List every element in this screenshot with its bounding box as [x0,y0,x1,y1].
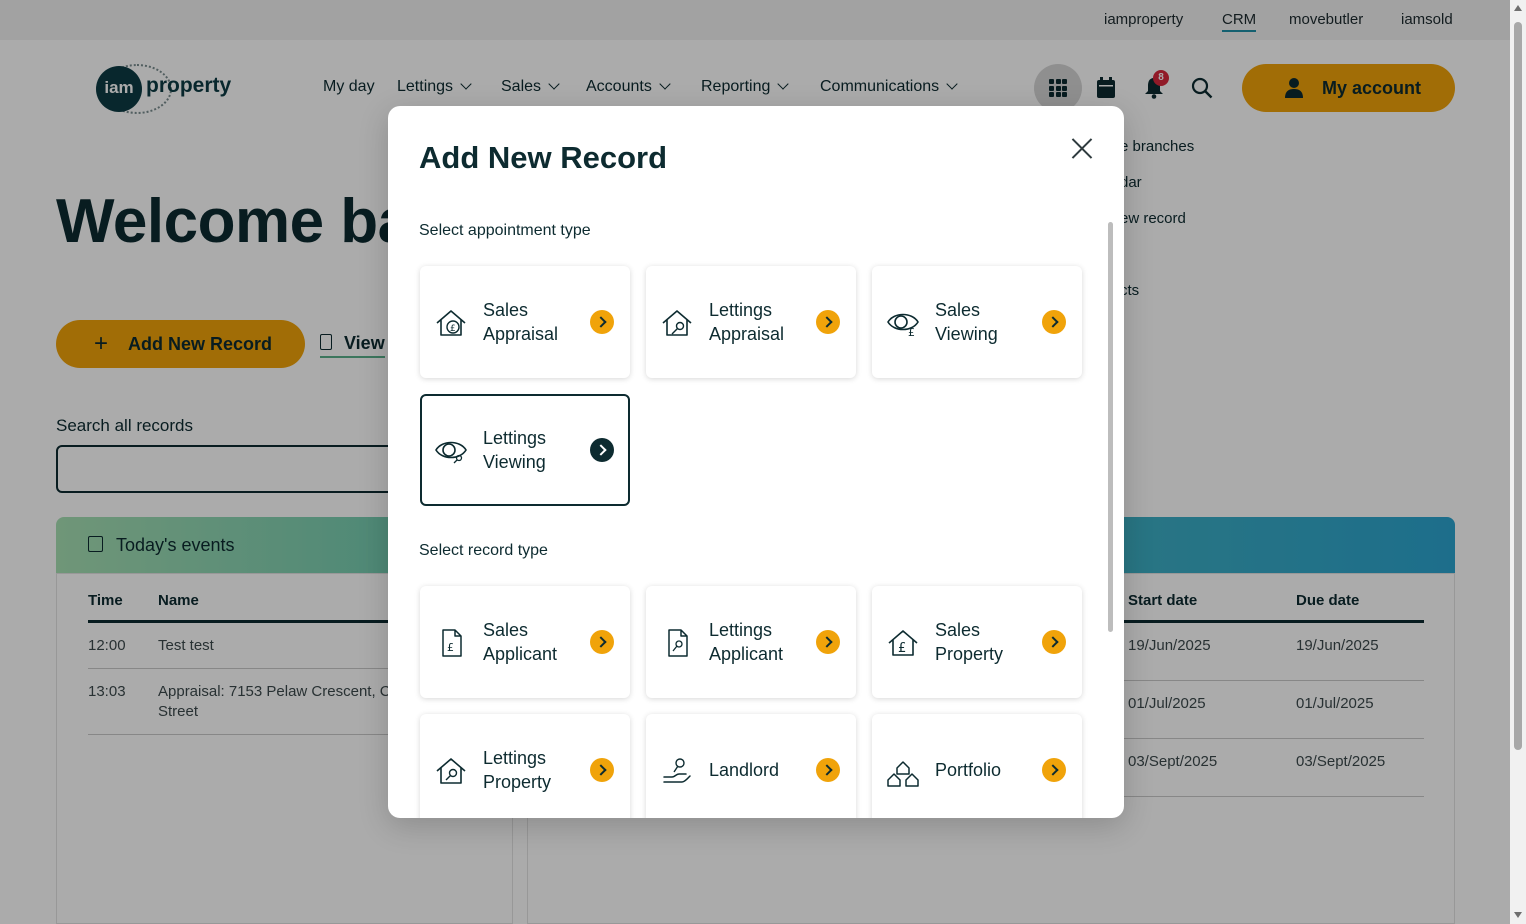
tile-label: Sales Viewing [935,300,998,344]
close-icon[interactable] [1068,134,1096,162]
arrow-right-icon [1042,630,1066,654]
tile-sales-viewing[interactable]: £ Sales Viewing [872,266,1082,378]
scroll-down-icon[interactable] [1514,912,1522,918]
arrow-right-icon [590,310,614,334]
arrow-right-icon [816,630,840,654]
arrow-right-icon [590,438,614,462]
tile-portfolio[interactable]: Portfolio [872,714,1082,818]
record-type-label: Select record type [419,542,548,559]
tile-label: Lettings Property [483,748,552,792]
house-pound-icon: £ [888,630,918,656]
eye-pound-icon: £ [887,313,919,339]
arrow-right-icon [1042,758,1066,782]
tile-lettings-viewing[interactable]: Lettings Viewing [420,394,630,506]
tile-sales-applicant[interactable]: £ Sales Applicant [420,586,630,698]
document-key-icon [668,629,688,657]
document-pound-icon: £ [442,629,462,657]
tile-label: Landlord [709,760,780,780]
tile-lettings-appraisal[interactable]: Lettings Appraisal [646,266,856,378]
house-key-icon [662,310,692,336]
tile-lettings-applicant[interactable]: Lettings Applicant [646,586,856,698]
tile-label: Sales Applicant [483,620,558,664]
hand-key-icon [663,758,691,783]
tile-label: Lettings Appraisal [709,300,785,344]
house-key-icon [436,758,466,784]
arrow-right-icon [590,758,614,782]
tile-landlord[interactable]: Landlord [646,714,856,818]
arrow-right-icon [590,630,614,654]
eye-key-icon [435,441,467,464]
tile-label: Sales Property [935,620,1004,664]
add-new-record-modal: Add New Record Select appointment type £… [388,106,1124,818]
arrow-right-icon [816,758,840,782]
page-scrollbar[interactable] [1510,0,1526,924]
tile-sales-appraisal[interactable]: £ Sales Appraisal [420,266,630,378]
arrow-right-icon [1042,310,1066,334]
tile-label: Sales Appraisal [483,300,559,344]
tile-label: Lettings Viewing [483,428,547,472]
scroll-up-icon[interactable] [1514,5,1522,11]
modal-title: Add New Record [419,140,668,175]
tile-sales-property[interactable]: £ Sales Property [872,586,1082,698]
tile-label: Lettings Applicant [709,620,784,664]
tile-label: Portfolio [935,760,1002,780]
svg-text:£: £ [898,641,906,656]
house-pound-icon: £ [436,310,466,336]
tile-lettings-property[interactable]: Lettings Property [420,714,630,818]
houses-icon [887,761,919,787]
svg-text:£: £ [447,641,454,654]
arrow-right-icon [816,310,840,334]
appointment-type-label: Select appointment type [419,222,591,239]
modal-scrollbar[interactable] [1108,222,1113,632]
svg-text:£: £ [908,326,915,339]
scrollbar-thumb[interactable] [1514,22,1522,750]
svg-text:£: £ [450,324,456,334]
